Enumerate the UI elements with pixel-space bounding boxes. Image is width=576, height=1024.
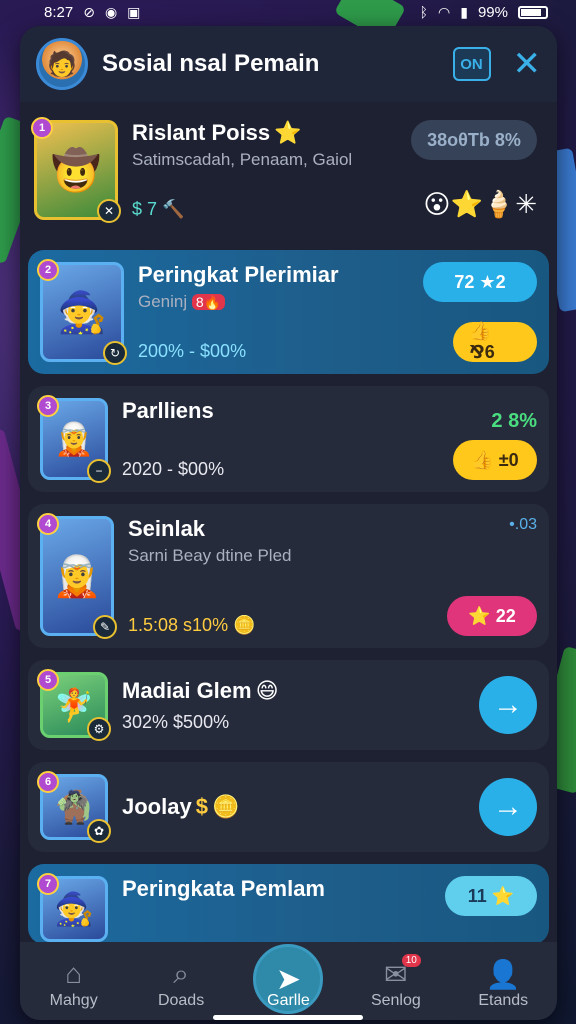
player-value: 200% - $00% [138, 341, 247, 361]
player-name: Peringkata Pemlam [122, 876, 325, 901]
toggle-button[interactable]: ON [452, 47, 491, 81]
player-avatar: 🧌 6 ✿ [37, 771, 111, 843]
list-item[interactable]: 🧚 5 ⚙ Madiai Glem 😄 302% $500% → [28, 660, 549, 750]
player-value: 2020 - $00% [122, 459, 225, 479]
signal-icon: ▮ [460, 3, 468, 20]
gear-icon: ⚙ [87, 717, 111, 741]
battery-icon [518, 5, 548, 19]
profile-icon: 👤 [485, 959, 521, 990]
rating-pill[interactable]: 11 ⭐ [445, 876, 537, 916]
list-item[interactable]: 🧌 6 ✿ Joolay $ 🪙 → [28, 762, 549, 852]
player-avatar: 🧝 3 − [37, 395, 111, 483]
list-item[interactable]: 🧝 3 − Parlliens 2020 - $00% 2 8% 👍 ±0 [28, 386, 549, 492]
leaf-icon: ✿ [87, 819, 111, 843]
arrow-right-button[interactable]: → [479, 778, 537, 836]
nav-item-mail[interactable]: 10 ✉ Senlog [351, 954, 441, 1010]
player-value: 1.5:08 s10% 🪙 [128, 615, 256, 635]
avatar[interactable]: 🧑 [36, 38, 88, 90]
rank-badge: 4 [37, 513, 59, 535]
player-avatar: 🧝 4 ✎ [37, 513, 117, 639]
list-item[interactable]: 🤠 1 ✕ Rislant Poiss ⭐ Satimscadah, Penaam… [20, 102, 557, 238]
progress-dots: •.03 [509, 516, 537, 533]
status-time: 8:27 [44, 3, 74, 21]
list-item[interactable]: 🧙 2 ↻ Peringkat Plerimiar Geninj 8🔥 200%… [28, 250, 549, 374]
score-pill[interactable]: 38oθTb 8% [411, 120, 537, 160]
player-value: 302% $500% [122, 711, 230, 732]
sync-icon: ⊘ [83, 3, 95, 20]
rank-badge: 7 [37, 873, 59, 895]
nav-item-send[interactable]: ➤ Garlle [243, 944, 333, 1014]
player-avatar: 🤠 1 ✕ [31, 117, 121, 223]
nav-item-search[interactable]: ⌕ Doads [136, 958, 226, 1010]
star-icon: ⭐ [274, 120, 302, 145]
coin-icon: 🪙 [211, 794, 240, 819]
reaction-icons[interactable]: 😮⭐🍦✳ [423, 189, 537, 220]
coin-icon: 🪙 [233, 615, 256, 635]
player-name: Parlliens [122, 398, 214, 423]
player-avatar: 🧙 7 [37, 873, 108, 942]
panel-header: 🧑 Sosial nsal Pemain ON ✕ [20, 26, 557, 102]
stat-value: 2 8% [491, 410, 537, 432]
bluetooth-icon: ᛒ [419, 4, 429, 20]
notification-icon: ◉ [104, 3, 118, 20]
player-name: Joolay $ 🪙 [122, 794, 240, 819]
minus-icon: − [87, 459, 111, 483]
rank-badge: 3 [37, 395, 59, 417]
like-button[interactable]: 👍 ⅋6 [453, 321, 537, 362]
notification-badge: 10 [401, 954, 421, 967]
arrow-right-button[interactable]: → [479, 676, 537, 734]
tool-icon: 🔨 [162, 199, 185, 219]
player-subtitle: Sarni Beay dtine Pled [128, 546, 292, 565]
player-avatar: 🧙 2 ↻ [37, 259, 127, 365]
battery-percent: 99% [477, 3, 508, 21]
player-avatar: 🧚 5 ⚙ [37, 669, 111, 741]
player-name: Peringkat Plerimiar [138, 262, 339, 287]
player-name: Rislant Poiss ⭐ [132, 120, 302, 145]
refresh-icon: ↻ [103, 341, 127, 365]
player-subtitle: Geninj 8🔥 [138, 292, 423, 312]
rank-badge: 2 [37, 259, 59, 281]
wifi-icon: ◠ [438, 3, 451, 20]
rank-badge: 5 [37, 669, 59, 691]
emoji-icon: 😄 [255, 677, 279, 703]
status-bar: 8:27 ⊘ ◉ ▣ ᛒ ◠ ▮ 99% [0, 0, 576, 24]
nav-item-profile[interactable]: 👤 Etands [458, 958, 548, 1010]
close-badge-icon[interactable]: ✕ [97, 199, 121, 223]
search-icon: ⌕ [173, 958, 189, 989]
rating-pill[interactable]: 72 ★2 [423, 262, 537, 302]
social-panel: 🧑 Sosial nsal Pemain ON ✕ 🤠 1 ✕ Rislant … [20, 26, 557, 1020]
star-button[interactable]: ⭐ 22 [447, 596, 537, 636]
player-subtitle: Satimscadah, Penaam, Gaiol [132, 150, 353, 169]
list-item[interactable]: 🧙 7 Peringkata Pemlam 11 ⭐ [28, 864, 549, 944]
home-icon: ⌂ [65, 958, 83, 989]
rank-badge: 1 [31, 117, 53, 139]
page-title: Sosial nsal Pemain [102, 50, 320, 77]
player-list: 🤠 1 ✕ Rislant Poiss ⭐ Satimscadah, Penaam… [20, 102, 557, 962]
player-value: $ 7 🔨 [132, 199, 185, 219]
close-icon[interactable]: ✕ [513, 47, 542, 81]
image-icon: ▣ [127, 3, 141, 20]
streak-badge: 8🔥 [191, 294, 226, 310]
rank-badge: 6 [37, 771, 59, 793]
home-indicator [213, 1015, 363, 1020]
nav-item-home[interactable]: ⌂ Mahgy [29, 958, 119, 1010]
like-button[interactable]: 👍 ±0 [453, 440, 537, 480]
player-name: Seinlak [128, 516, 206, 541]
bottom-nav: ⌂ Mahgy ⌕ Doads ➤ Garlle 10 ✉ Senlog 👤 E… [20, 942, 557, 1020]
edit-icon: ✎ [93, 615, 117, 639]
player-name: Madiai Glem 😄 [122, 677, 279, 703]
list-item[interactable]: 🧝 4 ✎ Seinlak Sarni Beay dtine Pled 1.5:… [28, 504, 549, 648]
